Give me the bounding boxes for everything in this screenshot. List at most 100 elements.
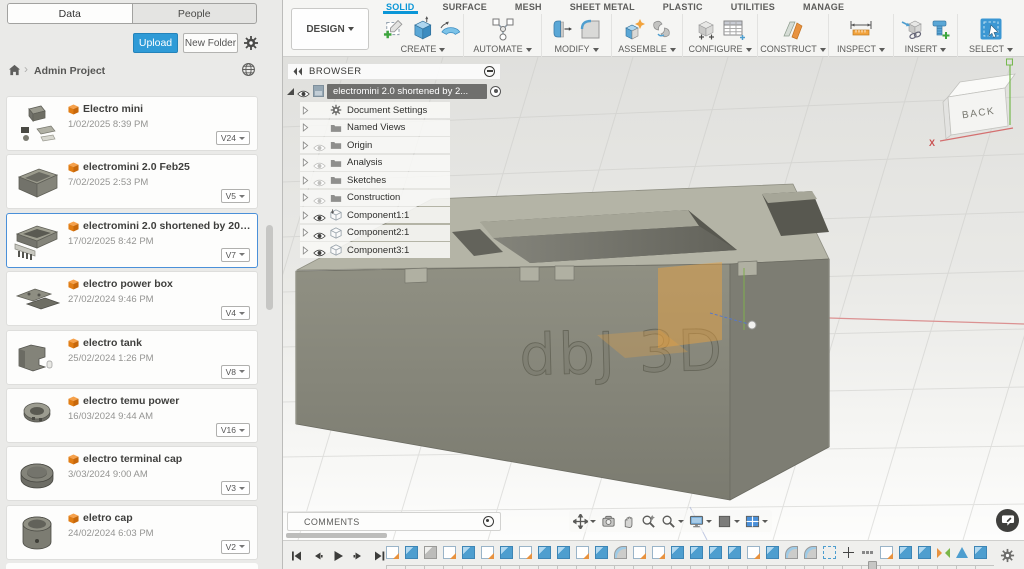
timeline-feature-extrude[interactable]	[918, 546, 931, 559]
construct-menu[interactable]: CONSTRUCT	[758, 44, 828, 54]
timeline-feature-extrude[interactable]	[538, 546, 551, 559]
playback-go-to-end[interactable]	[374, 549, 386, 561]
ribbon-tab-manage[interactable]: MANAGE	[800, 0, 847, 14]
visibility-eye-icon[interactable]	[313, 245, 326, 255]
construct-plane-icon[interactable]	[781, 17, 805, 41]
viewnav-display-settings[interactable]	[689, 514, 712, 529]
ribbon-tab-mesh[interactable]: MESH	[512, 0, 545, 14]
timeline-feature-sketch[interactable]	[747, 546, 760, 559]
configure-component-icon[interactable]	[695, 18, 717, 40]
create-sketch-icon[interactable]	[383, 18, 404, 40]
list-item-partial[interactable]	[6, 563, 258, 569]
visibility-eye-icon[interactable]	[313, 193, 326, 203]
timeline-feature-extrude[interactable]	[728, 546, 741, 559]
expand-caret-icon[interactable]	[302, 211, 309, 220]
automate-icon[interactable]	[491, 18, 515, 41]
playback-step-forward[interactable]	[353, 549, 365, 561]
timeline-position-marker[interactable]	[868, 561, 877, 569]
viewport-canvas[interactable]: dbJ 3D BACK X	[283, 57, 1024, 540]
file-version-dropdown[interactable]: V24	[216, 131, 250, 145]
timeline-feature-move[interactable]	[842, 546, 855, 559]
browser-node-document-settings[interactable]: Document Settings	[300, 102, 450, 118]
timeline-feature-extrude[interactable]	[766, 546, 779, 559]
browser-node-sketches[interactable]: Sketches	[300, 172, 450, 188]
viewcube[interactable]: BACK X	[929, 59, 1015, 148]
timeline-feature-sketch[interactable]	[481, 546, 494, 559]
playback-play[interactable]	[332, 549, 344, 561]
visibility-eye-icon[interactable]	[297, 86, 310, 96]
timeline-settings-gear-icon[interactable]	[1000, 548, 1015, 563]
visibility-eye-icon[interactable]	[313, 140, 326, 150]
timeline-feature-fillet[interactable]	[614, 546, 627, 559]
timeline-feature-marquee[interactable]	[823, 546, 836, 559]
ribbon-tab-plastic[interactable]: PLASTIC	[660, 0, 706, 14]
expand-caret-icon[interactable]	[302, 106, 309, 115]
file-list-item-electromini-2-0-shortened-by-20m[interactable]: electromini 2.0 shortened by 20m... 17/0…	[6, 213, 258, 268]
browser-node-analysis[interactable]: Analysis	[300, 155, 450, 171]
viewnav-viewports[interactable]	[745, 514, 768, 529]
playback-step-back[interactable]	[311, 549, 323, 561]
file-list-item-electro-terminal-cap[interactable]: electro terminal cap 3/03/2024 9:00 AM V…	[6, 446, 258, 501]
browser-node-component1-1[interactable]: Component1:1	[300, 207, 450, 223]
browser-node-construction[interactable]: Construction	[300, 190, 450, 206]
timeline-feature-sketch[interactable]	[576, 546, 589, 559]
timeline-feature-pattern[interactable]	[861, 546, 874, 559]
measure-icon[interactable]	[848, 19, 874, 39]
timeline-feature-shell[interactable]	[424, 546, 437, 559]
timeline-feature-extrude[interactable]	[899, 546, 912, 559]
browser-node-component3-1[interactable]: Component3:1	[300, 242, 450, 258]
file-list-item-electro-power-box[interactable]: electro power box 27/02/2024 9:46 PM V4	[6, 271, 258, 326]
insert-menu[interactable]: INSERT	[894, 44, 957, 54]
insert-derive-icon[interactable]	[901, 18, 924, 40]
press-pull-icon[interactable]	[551, 18, 573, 40]
expand-caret-icon[interactable]	[302, 246, 309, 255]
file-list-item-electro-tank[interactable]: electro tank 25/02/2024 1:26 PM V8	[6, 330, 258, 385]
timeline-feature-extrude[interactable]	[405, 546, 418, 559]
expand-caret-icon[interactable]	[302, 158, 309, 167]
file-version-dropdown[interactable]: V3	[221, 481, 250, 495]
joint-icon[interactable]	[651, 18, 672, 40]
configuration-table-icon[interactable]	[722, 18, 746, 40]
comments-add-icon[interactable]	[483, 516, 494, 527]
ribbon-tab-utilities[interactable]: UTILITIES	[728, 0, 778, 14]
ribbon-tab-solid[interactable]: SOLID	[383, 0, 418, 14]
ribbon-tab-surface[interactable]: SURFACE	[440, 0, 490, 14]
viewnav-grid-and-snaps[interactable]	[717, 514, 740, 529]
browser-root-node[interactable]: electromini 2.0 shortened by 2...	[287, 83, 501, 99]
timeline-scrollbar[interactable]	[286, 533, 387, 538]
timeline-feature-sketch[interactable]	[519, 546, 532, 559]
file-version-dropdown[interactable]: V8	[221, 365, 250, 379]
timeline-feature-extrude[interactable]	[709, 546, 722, 559]
assemble-menu[interactable]: ASSEMBLE	[612, 44, 682, 54]
file-list-item-eletro-cap[interactable]: eletro cap 24/02/2024 6:03 PM V2	[6, 505, 258, 560]
file-list-item-electromini-2-0-feb25[interactable]: electromini 2.0 Feb25 7/02/2025 2:53 PM …	[6, 154, 258, 209]
modify-menu[interactable]: MODIFY	[542, 44, 611, 54]
timeline-feature-sketch[interactable]	[633, 546, 646, 559]
visibility-eye-icon[interactable]	[313, 210, 326, 220]
create-menu[interactable]: CREATE	[383, 44, 463, 54]
collapse-panel-icon[interactable]	[293, 67, 303, 76]
file-list-scrollbar[interactable]	[266, 225, 273, 310]
design-workspace-dropdown[interactable]: DESIGN	[291, 8, 369, 50]
timeline-feature-extrude[interactable]	[557, 546, 570, 559]
timeline-feature-extrude[interactable]	[974, 546, 987, 559]
viewnav-pan[interactable]	[573, 514, 596, 529]
file-list-item-electro-temu-power[interactable]: electro temu power 16/03/2024 9:44 AM V1…	[6, 388, 258, 443]
visibility-eye-icon[interactable]	[313, 175, 326, 185]
timeline-feature-extrude[interactable]	[671, 546, 684, 559]
configure-menu[interactable]: CONFIGURE	[683, 44, 757, 54]
inspect-menu[interactable]: INSPECT	[829, 44, 893, 54]
file-version-dropdown[interactable]: V4	[221, 306, 250, 320]
file-version-dropdown[interactable]: V5	[221, 189, 250, 203]
extrude-icon[interactable]	[409, 16, 435, 42]
playback-go-to-start[interactable]	[290, 549, 302, 561]
viewnav-zoom[interactable]	[661, 514, 684, 529]
expand-caret-icon[interactable]	[302, 193, 309, 202]
browser-node-named-views[interactable]: Named Views	[300, 120, 450, 136]
browser-header[interactable]: BROWSER	[287, 63, 501, 80]
timeline-feature-mirror[interactable]	[937, 546, 950, 559]
select-icon[interactable]	[979, 17, 1003, 41]
expand-caret-icon[interactable]	[302, 123, 309, 132]
file-list-item-electro-mini[interactable]: Electro mini 1/02/2025 8:39 PM V24	[6, 96, 258, 151]
timeline-feature-fillet[interactable]	[785, 546, 798, 559]
